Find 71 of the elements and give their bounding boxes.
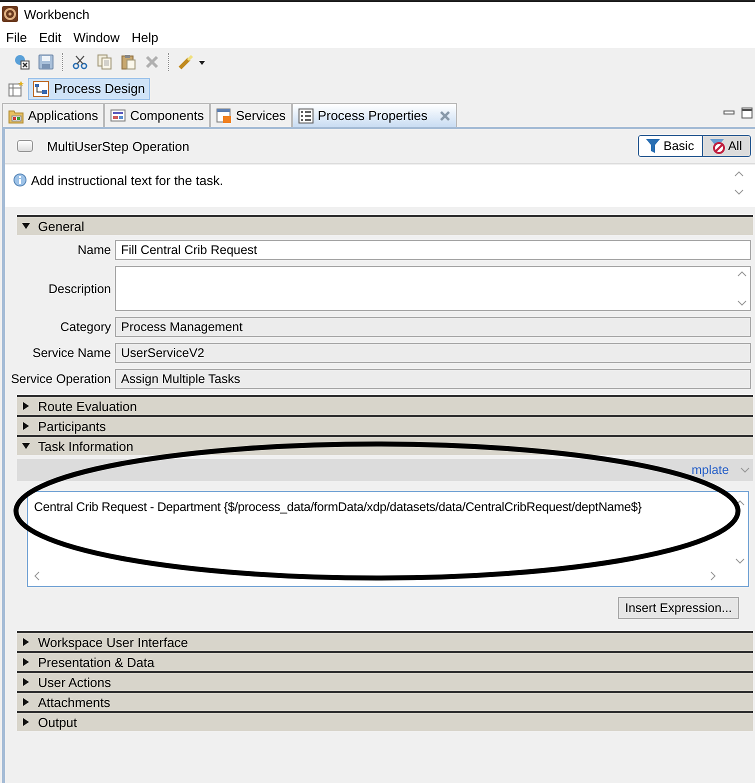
process-design-icon <box>33 80 49 96</box>
section-header[interactable]: Route Evaluation <box>17 395 753 415</box>
scroll-down-icon <box>736 298 748 308</box>
text-area[interactable] <box>115 266 751 311</box>
section-title: Workspace User Interface <box>38 634 188 650</box>
section-header[interactable]: Output <box>17 711 753 731</box>
components-icon <box>110 108 126 124</box>
wand-icon <box>178 54 194 70</box>
section-title: Output <box>38 714 78 730</box>
scissors-icon <box>72 54 88 70</box>
menu-item[interactable]: File <box>0 30 33 44</box>
scroll-down-icon <box>733 187 745 197</box>
section-title: Route Evaluation <box>38 398 138 414</box>
field-label: Description <box>47 282 111 296</box>
section-title: General <box>38 218 84 234</box>
tab[interactable]: Services <box>210 103 292 127</box>
collapse-triangle-icon <box>21 441 31 451</box>
save-icon <box>38 54 54 70</box>
checkbox[interactable] <box>17 140 33 152</box>
section-header[interactable]: Presentation & Data <box>17 651 753 671</box>
folder-icon <box>8 108 24 124</box>
caret-icon <box>198 58 206 66</box>
globe-close-icon <box>14 54 30 70</box>
insert-expression-button[interactable]: Insert Expression... <box>618 597 739 619</box>
app-logo-icon <box>2 6 18 22</box>
scroll-left-icon <box>32 570 42 582</box>
section-header[interactable]: General <box>17 215 753 235</box>
scroll-up-icon <box>736 269 748 279</box>
delete-icon <box>144 54 160 70</box>
field-label: Service Operation <box>10 372 111 386</box>
menu-item[interactable]: Edit <box>32 30 68 44</box>
menu-item[interactable]: Help <box>126 30 164 44</box>
input-field[interactable]: Fill Central Crib Request <box>115 240 751 260</box>
section-title: Attachments <box>38 694 110 710</box>
field-label: Name <box>76 243 111 257</box>
section-title: Participants <box>38 418 106 434</box>
close-icon <box>439 110 452 122</box>
maximize-icon <box>741 107 753 119</box>
paste-icon <box>120 54 136 70</box>
filter-toggle[interactable]: All <box>702 136 750 156</box>
section-header[interactable]: Participants <box>17 415 753 435</box>
section-header[interactable]: Attachments <box>17 691 753 711</box>
collapse-triangle-icon <box>21 221 31 231</box>
menu-item[interactable]: Window <box>67 30 126 44</box>
tab[interactable]: Process Properties <box>292 103 458 127</box>
new-perspective-icon <box>8 80 24 96</box>
expression-editor[interactable]: Central Crib Request - Department {$/process_data/formData/xdp/datasets/data/CentralCribRequest/deptName$} <box>27 491 749 587</box>
services-icon <box>216 108 232 124</box>
checkbox-label: MultiUserStep Operation <box>47 138 190 154</box>
filter-toggle[interactable]: Basic <box>638 136 702 156</box>
info-icon <box>13 173 27 187</box>
scroll-down-icon <box>734 556 746 566</box>
template-link[interactable]: mplate <box>691 463 729 477</box>
copy-icon <box>96 54 112 70</box>
info-text: Add instructional text for the task. <box>31 173 224 188</box>
tab[interactable]: Components <box>104 103 210 127</box>
scroll-up-icon <box>733 169 745 179</box>
tab[interactable]: Applications <box>2 103 104 127</box>
section-title: Task Information <box>38 438 134 454</box>
filter-icon <box>644 138 661 154</box>
field-label: Category <box>59 320 111 334</box>
section-header[interactable]: User Actions <box>17 671 753 691</box>
scroll-right-icon <box>708 570 718 582</box>
properties-icon <box>298 108 314 124</box>
section-title: Presentation & Data <box>38 654 154 670</box>
section-title: User Actions <box>38 674 111 690</box>
perspective-button[interactable]: Process Design <box>28 78 150 100</box>
field-label: Service Name <box>32 346 111 360</box>
filter-off-icon <box>709 138 726 154</box>
window-title: Workbench <box>24 6 90 22</box>
section-header[interactable]: Workspace User Interface <box>17 631 753 651</box>
